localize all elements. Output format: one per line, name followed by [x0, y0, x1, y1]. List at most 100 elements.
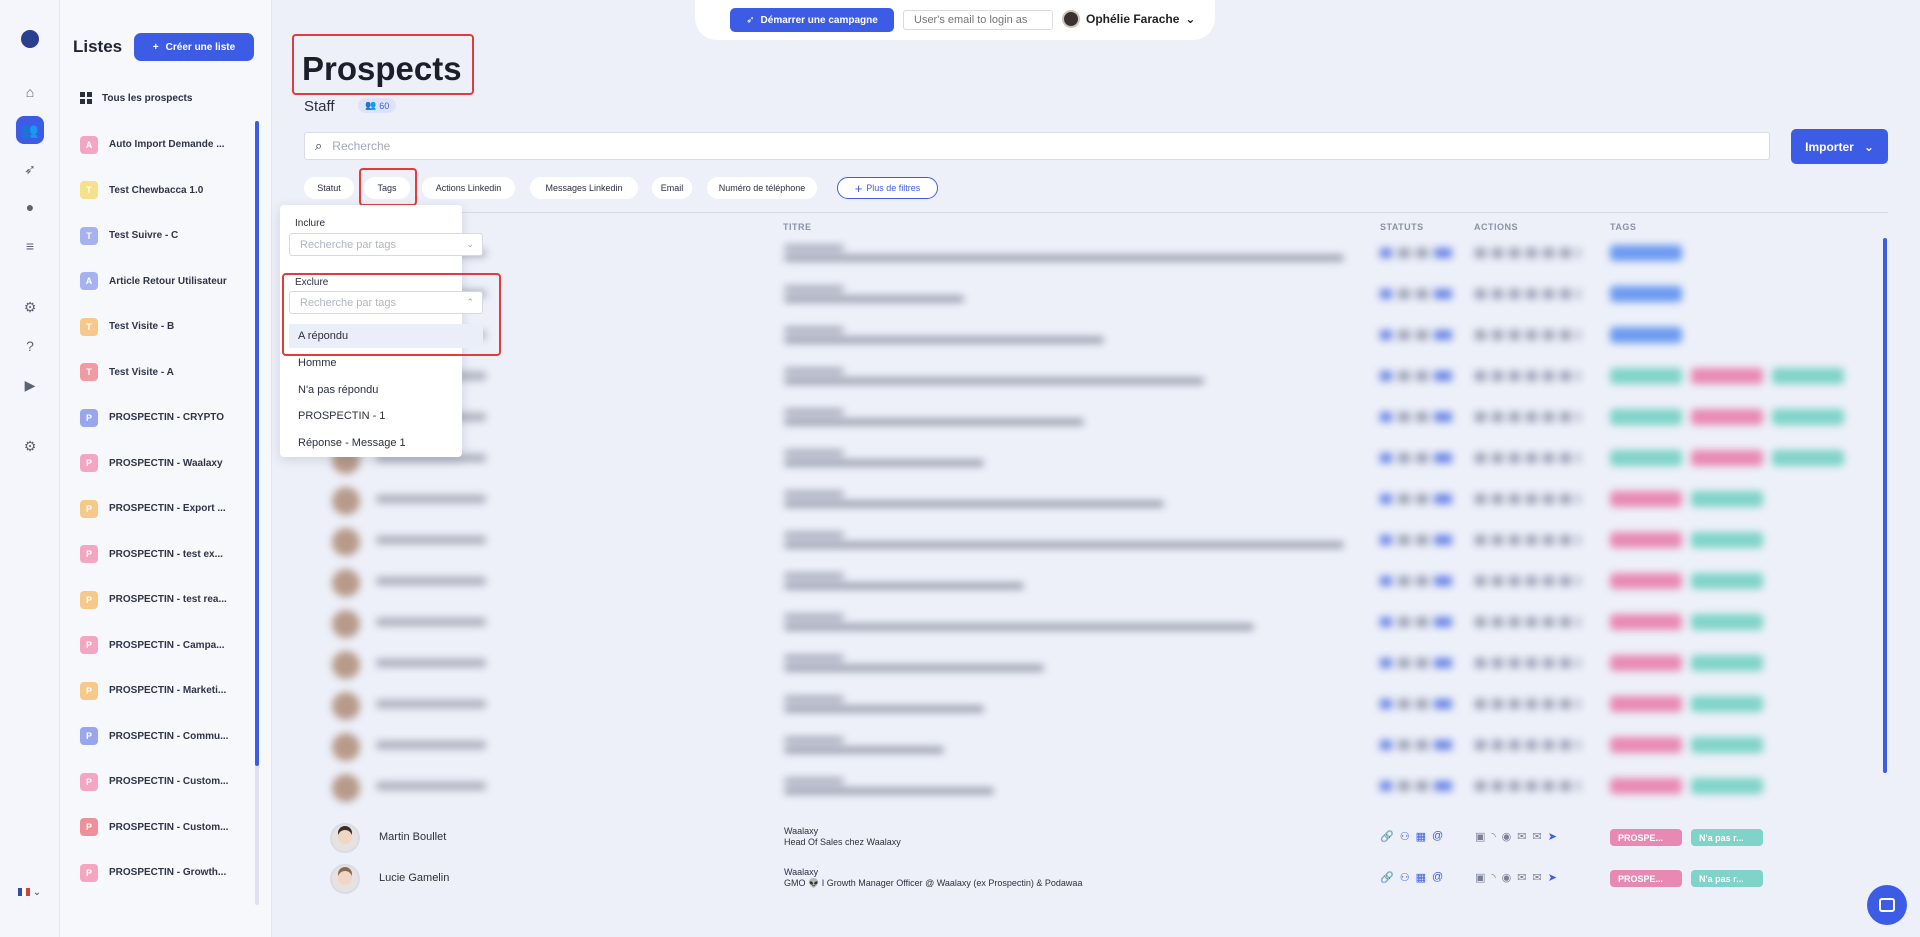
list-avatar: P — [80, 408, 98, 427]
nav-rail: ⌂ 👥 ➶ ● ≡ ⚙ ? ▶ ⚙ ⌄ — [0, 0, 60, 937]
sidebar-list-item[interactable]: P PROSPECTIN - test rea... — [60, 577, 272, 623]
start-campaign-button[interactable]: ➶ Démarrer une campagne — [730, 8, 894, 32]
tag-pill[interactable]: PROSPE... — [1610, 829, 1682, 846]
tag-option[interactable]: PROSPECTIN - 1 — [289, 404, 483, 428]
sidebar-list-item[interactable]: A Article Retour Utilisateur — [60, 259, 272, 305]
page-subtitle: Staff — [304, 98, 335, 115]
list-avatar: P — [80, 681, 98, 700]
header-statuts: STATUTS — [1380, 222, 1424, 232]
user-menu[interactable]: Ophélie Farache ⌄ — [1062, 10, 1195, 28]
gear-icon[interactable]: ⚙ — [16, 293, 44, 321]
tag-option[interactable]: Réponse - Message 1 — [289, 431, 483, 455]
link-icon[interactable]: 🔗 — [1380, 830, 1394, 843]
sidebar-list-item[interactable]: T Test Visite - B — [60, 304, 272, 350]
message-icon[interactable]: ● — [16, 193, 44, 221]
sidebar-list-item[interactable]: T Test Visite - A — [60, 350, 272, 396]
send-icon[interactable]: ➤ — [1548, 830, 1557, 843]
lists-container: A Auto Import Demande ... T Test Chewbacca … — [60, 122, 272, 912]
filter-statut[interactable]: Statut — [304, 177, 354, 199]
link-icon[interactable]: 🔗 — [1380, 871, 1394, 884]
list-label: PROSPECTIN - CRYPTO — [109, 412, 225, 424]
all-prospects-item[interactable]: Tous les prospects — [80, 92, 192, 104]
blurred-row — [310, 727, 1888, 767]
sidebar-list-item[interactable]: P PROSPECTIN - Export ... — [60, 486, 272, 532]
sidebar-list-item[interactable]: P PROSPECTIN - Campa... — [60, 623, 272, 669]
calendar-icon[interactable]: ▦ — [1416, 830, 1426, 843]
prospect-name[interactable]: Martin Boullet — [379, 831, 446, 843]
sidebar-list-item[interactable]: P PROSPECTIN - Growth... — [60, 850, 272, 896]
lists-panel: Listes + Créer une liste Tous les prospec… — [60, 0, 272, 937]
rss-icon[interactable]: ◝ — [1491, 830, 1495, 843]
rss-icon[interactable]: ◝ — [1491, 871, 1495, 884]
login-as-email-input[interactable] — [903, 10, 1053, 30]
filter-messages-linkedin[interactable]: Messages Linkedin — [530, 177, 638, 199]
tag-pill[interactable]: N'a pas r... — [1691, 829, 1763, 846]
prospect-name[interactable]: Lucie Gamelin — [379, 872, 449, 884]
eye-icon[interactable]: ◉ — [1502, 871, 1512, 884]
prospect-company: Waalaxy — [784, 826, 819, 836]
filter-actions-linkedin[interactable]: Actions Linkedin — [422, 177, 515, 199]
tag-pill[interactable]: N'a pas r... — [1691, 870, 1763, 887]
search-icon: ⌕ — [315, 138, 323, 153]
settings-icon[interactable]: ⚙ — [16, 432, 44, 460]
chat-support-button[interactable] — [1867, 885, 1907, 925]
list-avatar: P — [80, 772, 98, 791]
people-icon[interactable]: ⚇ — [1400, 871, 1410, 884]
tags-highlight-box — [359, 168, 417, 206]
search-bar: ⌕ — [304, 132, 1770, 160]
more-filters-button[interactable]: + Plus de filtres — [837, 177, 938, 199]
sidebar-list-item[interactable]: P PROSPECTIN - test ex... — [60, 532, 272, 578]
tag-option[interactable]: N'a pas répondu — [289, 378, 483, 402]
blurred-row — [310, 317, 1888, 357]
tag-pill[interactable]: PROSPE... — [1610, 870, 1682, 887]
table-row[interactable]: Lucie Gamelin Waalaxy GMO 👽 I Growth Man… — [310, 859, 1888, 899]
at-icon[interactable]: @ — [1432, 871, 1443, 884]
chat-icon[interactable]: ▣ — [1475, 830, 1485, 843]
sidebar-list-item[interactable]: P PROSPECTIN - Marketi... — [60, 668, 272, 714]
sidebar-list-item[interactable]: P PROSPECTIN - Custom... — [60, 805, 272, 851]
home-icon[interactable]: ⌂ — [16, 78, 44, 106]
users-icon[interactable]: 👥 — [16, 116, 44, 144]
mail-open-icon[interactable]: ✉ — [1533, 871, 1542, 884]
eye-icon[interactable]: ◉ — [1502, 830, 1512, 843]
send-icon[interactable]: ➤ — [1548, 871, 1557, 884]
sidebar-list-item[interactable]: T Test Chewbacca 1.0 — [60, 168, 272, 214]
help-icon[interactable]: ? — [16, 332, 44, 360]
filter-email[interactable]: Email — [652, 177, 692, 199]
avatar — [330, 864, 360, 894]
chat-icon — [1879, 898, 1895, 912]
list-avatar: T — [80, 226, 98, 245]
chat-icon[interactable]: ▣ — [1475, 871, 1485, 884]
sidebar-list-item[interactable]: P PROSPECTIN - Custom... — [60, 759, 272, 805]
sidebar-list-item[interactable]: P PROSPECTIN - Commu... — [60, 714, 272, 760]
mail-icon[interactable]: ✉ — [1517, 871, 1526, 884]
include-tag-select[interactable]: Recherche par tags ⌄ — [289, 233, 483, 256]
app-logo-icon[interactable] — [21, 30, 39, 48]
rocket-icon[interactable]: ➶ — [16, 155, 44, 183]
search-input[interactable] — [332, 139, 933, 153]
table-row[interactable]: Martin Boullet Waalaxy Head Of Sales che… — [310, 818, 1888, 858]
list-avatar: P — [80, 590, 98, 609]
sidebar-list-item[interactable]: T Test Suivre - C — [60, 213, 272, 259]
mail-icon[interactable]: ✉ — [1517, 830, 1526, 843]
status-icons: 🔗 ⚇ ▦ @ — [1380, 830, 1443, 843]
people-icon: 👥 — [365, 100, 377, 110]
play-icon[interactable]: ▶ — [16, 371, 44, 399]
at-icon[interactable]: @ — [1432, 830, 1443, 843]
calendar-icon[interactable]: ▦ — [1416, 871, 1426, 884]
blurred-row — [310, 645, 1888, 685]
sidebar-list-item[interactable]: A Auto Import Demande ... — [60, 122, 272, 168]
sidebar-list-item[interactable]: P PROSPECTIN - Waalaxy — [60, 441, 272, 487]
import-button[interactable]: Importer ⌄ — [1791, 129, 1888, 164]
create-list-button[interactable]: + Créer une liste — [134, 33, 254, 61]
filters-icon[interactable]: ≡ — [16, 232, 44, 260]
sidebar-list-item[interactable]: P PROSPECTIN - CRYPTO — [60, 395, 272, 441]
list-avatar: P — [80, 499, 98, 518]
list-avatar: P — [80, 636, 98, 655]
mail-open-icon[interactable]: ✉ — [1533, 830, 1542, 843]
table-scrollbar[interactable] — [1883, 238, 1887, 773]
filter-telephone[interactable]: Numéro de téléphone — [707, 177, 817, 199]
language-selector[interactable]: ⌄ — [18, 887, 41, 898]
people-icon[interactable]: ⚇ — [1400, 830, 1410, 843]
list-label: PROSPECTIN - Waalaxy — [109, 457, 223, 469]
